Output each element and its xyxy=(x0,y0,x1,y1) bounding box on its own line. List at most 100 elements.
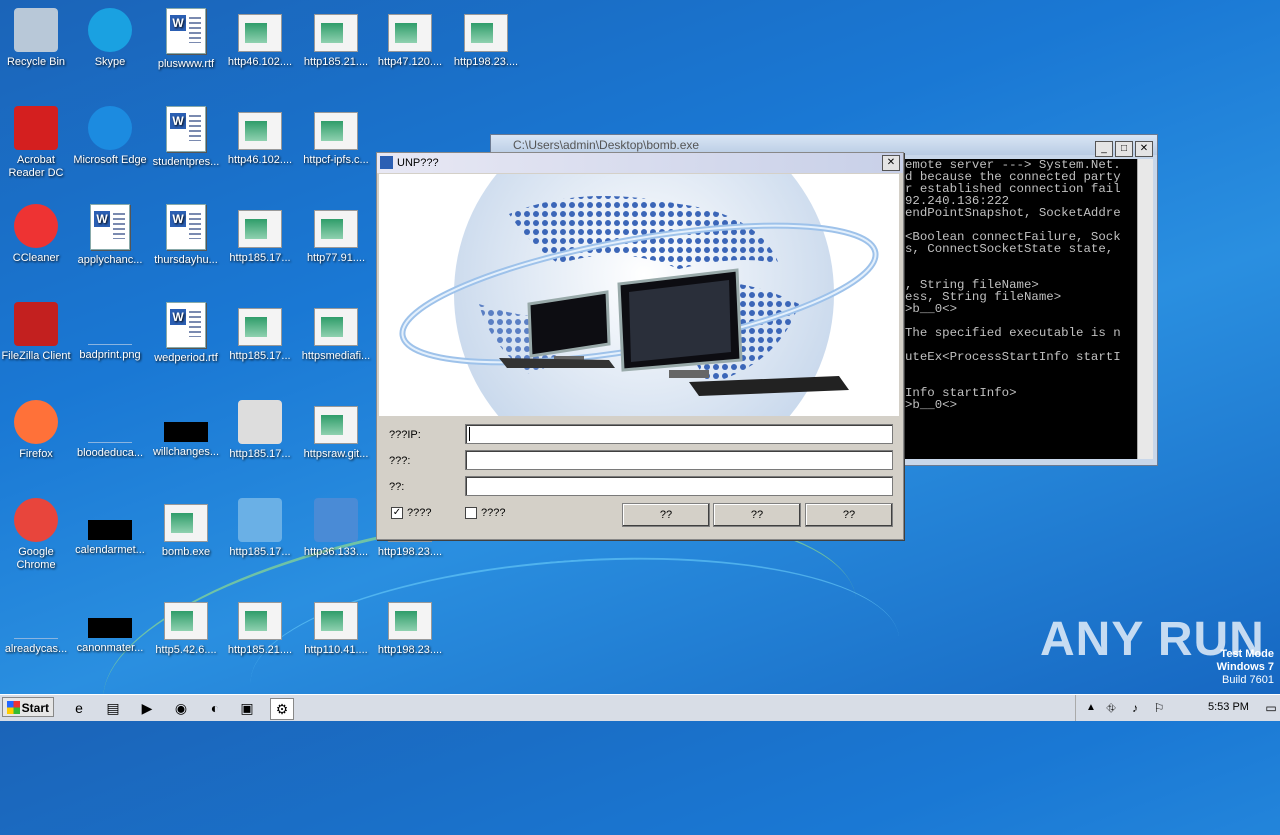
ie-icon[interactable]: e xyxy=(68,698,90,718)
desktop-icon-label: http110.41.... xyxy=(304,644,368,656)
console-line: uteEx<ProcessStartInfo startI xyxy=(905,350,1121,364)
desktop-icon[interactable]: Microsoft Edge xyxy=(72,106,148,167)
desktop-icon[interactable]: CCleaner xyxy=(0,204,74,265)
desktop-icon[interactable]: applychanc... xyxy=(72,204,148,267)
checkbox-1[interactable]: ✓???? xyxy=(391,507,431,520)
console-task-icon[interactable]: ▣ xyxy=(236,698,258,718)
desktop-icon[interactable]: thursdayhu... xyxy=(148,204,224,267)
desktop-icon-label: http185.17... xyxy=(229,448,291,460)
desktop-icon[interactable]: http110.41.... xyxy=(298,596,374,657)
checkbox-1-box[interactable]: ✓ xyxy=(391,507,403,520)
desktop-icon-label: Skype xyxy=(94,56,126,68)
desktop-icon[interactable]: Skype xyxy=(72,8,148,69)
action-center-icon[interactable]: ⚐ xyxy=(1148,698,1170,718)
dialog-button-1[interactable]: ?? xyxy=(622,503,710,527)
desktop-icon[interactable]: bloodeduca... xyxy=(72,400,148,460)
show-desktop-icon[interactable]: ▭ xyxy=(1260,698,1280,718)
desktop-icon[interactable]: http46.102.... xyxy=(222,8,298,69)
web-file-icon xyxy=(164,602,208,640)
desktop-icon[interactable]: http5.42.6.... xyxy=(148,596,224,657)
desktop-icon[interactable]: Google Chrome xyxy=(0,498,74,572)
unp-task-icon[interactable]: ⚙ xyxy=(270,698,294,720)
dialog-button-3[interactable]: ?? xyxy=(805,503,893,527)
desktop-icon[interactable]: http198.23.... xyxy=(372,596,448,657)
explorer-icon[interactable]: ▤ xyxy=(102,698,124,718)
clock[interactable]: 5:53 PM xyxy=(1208,701,1249,713)
desktop-icon[interactable]: pluswww.rtf xyxy=(148,8,224,71)
show-hidden-icons-icon[interactable]: ▲ xyxy=(1080,698,1102,718)
media-player-icon[interactable]: ▶ xyxy=(136,698,158,718)
maximize-button[interactable]: □ xyxy=(1115,141,1133,157)
desktop-icon[interactable]: wedperiod.rtf xyxy=(148,302,224,365)
desktop-icon[interactable]: calendarmet... xyxy=(72,498,148,557)
start-button[interactable]: Start xyxy=(2,697,54,717)
field2-input[interactable] xyxy=(465,450,893,470)
web-file-icon xyxy=(314,406,358,444)
desktop-icon-label: http5.42.6.... xyxy=(155,644,217,656)
png-file-icon xyxy=(88,322,132,345)
network-icon[interactable]: ⛗ xyxy=(1100,698,1122,718)
volume-icon[interactable]: ♪ xyxy=(1124,698,1146,718)
desktop-icon-label: http185.21.... xyxy=(227,644,293,656)
png-file-icon xyxy=(88,420,132,443)
minimize-button[interactable]: _ xyxy=(1095,141,1113,157)
console-line: The specified executable is n xyxy=(905,326,1121,340)
skype-icon xyxy=(88,8,132,52)
system-tray: ▲ ⛗ ♪ ⚐ 5:53 PM ▭ xyxy=(1075,695,1280,721)
dialog-close-button[interactable]: ✕ xyxy=(882,155,900,171)
desktop-icon[interactable]: http77.91.... xyxy=(298,204,374,265)
field3-input[interactable] xyxy=(465,476,893,496)
desktop-icon-label: badprint.png xyxy=(79,349,141,361)
firefox-icon xyxy=(14,400,58,444)
black-file-icon xyxy=(88,618,132,638)
desktop-icon[interactable]: Recycle Bin xyxy=(0,8,74,69)
desktop-icon[interactable]: httpcf-ipfs.c... xyxy=(298,106,374,167)
desktop-icon[interactable]: http185.21.... xyxy=(222,596,298,657)
desktop-icon[interactable]: http198.23.... xyxy=(448,8,524,69)
desktop-icon-label: canonmater... xyxy=(76,642,144,654)
desktop-icon[interactable]: httpsmediafi... xyxy=(298,302,374,363)
close-button[interactable]: ✕ xyxy=(1135,141,1153,157)
checkbox-2[interactable]: ???? xyxy=(465,507,506,520)
checkbox-2-label: ???? xyxy=(481,507,506,519)
banner-image xyxy=(379,174,899,416)
desktop-icon[interactable]: badprint.png xyxy=(72,302,148,362)
chrome-icon[interactable]: ◉ xyxy=(170,698,192,718)
desktop-icon[interactable]: http36.133.... xyxy=(298,498,374,559)
desktop-icon-label: httpcf-ipfs.c... xyxy=(303,154,369,166)
web-file-icon xyxy=(314,112,358,150)
edge-icon[interactable]: ◐ xyxy=(204,698,226,718)
desktop-icon[interactable]: FileZilla Client xyxy=(0,302,74,363)
desktop-icon[interactable]: http47.120.... xyxy=(372,8,448,69)
checkbox-2-box[interactable] xyxy=(465,507,477,520)
desktop-icon[interactable]: http185.17... xyxy=(222,498,298,559)
desktop-icon-label: Firefox xyxy=(19,448,53,460)
desktop-icon[interactable]: http185.21.... xyxy=(298,8,374,69)
desktop-icon[interactable]: http46.102.... xyxy=(222,106,298,167)
ccleaner-icon xyxy=(14,204,58,248)
desktop-icon[interactable]: bomb.exe xyxy=(148,498,224,559)
desktop-icon[interactable]: http185.17... xyxy=(222,400,298,461)
rtf-doc-icon xyxy=(166,204,206,250)
desktop-icon-label: Acrobat Reader DC xyxy=(8,154,64,179)
desktop-icon-label: http47.120.... xyxy=(377,56,443,68)
cart-icon xyxy=(238,498,282,542)
desktop-icon[interactable]: canonmater... xyxy=(72,596,148,655)
dialog-button-2[interactable]: ?? xyxy=(713,503,801,527)
ip-input[interactable] xyxy=(465,424,893,444)
web-file-icon xyxy=(314,602,358,640)
edge-icon xyxy=(88,106,132,150)
unp-dialog[interactable]: UNP??? ✕ ???IP: ???: ??: ✓ ???? ???? ?? … xyxy=(376,152,904,540)
desktop-icon[interactable]: Acrobat Reader DC xyxy=(0,106,74,180)
desktop-icon-label: studentpres... xyxy=(152,156,220,168)
desktop-icon[interactable]: http185.17... xyxy=(222,204,298,265)
desktop-icon[interactable]: willchanges... xyxy=(148,400,224,459)
start-label: Start xyxy=(21,701,49,715)
dialog-titlebar[interactable]: UNP??? ✕ xyxy=(377,153,903,173)
desktop-icon[interactable]: httpsraw.git... xyxy=(298,400,374,461)
desktop-icon[interactable]: Firefox xyxy=(0,400,74,461)
desktop-icon[interactable]: http185.17... xyxy=(222,302,298,363)
desktop-icon[interactable]: alreadycas... xyxy=(0,596,74,656)
console-scrollbar[interactable] xyxy=(1137,159,1153,459)
desktop-icon[interactable]: studentpres... xyxy=(148,106,224,169)
